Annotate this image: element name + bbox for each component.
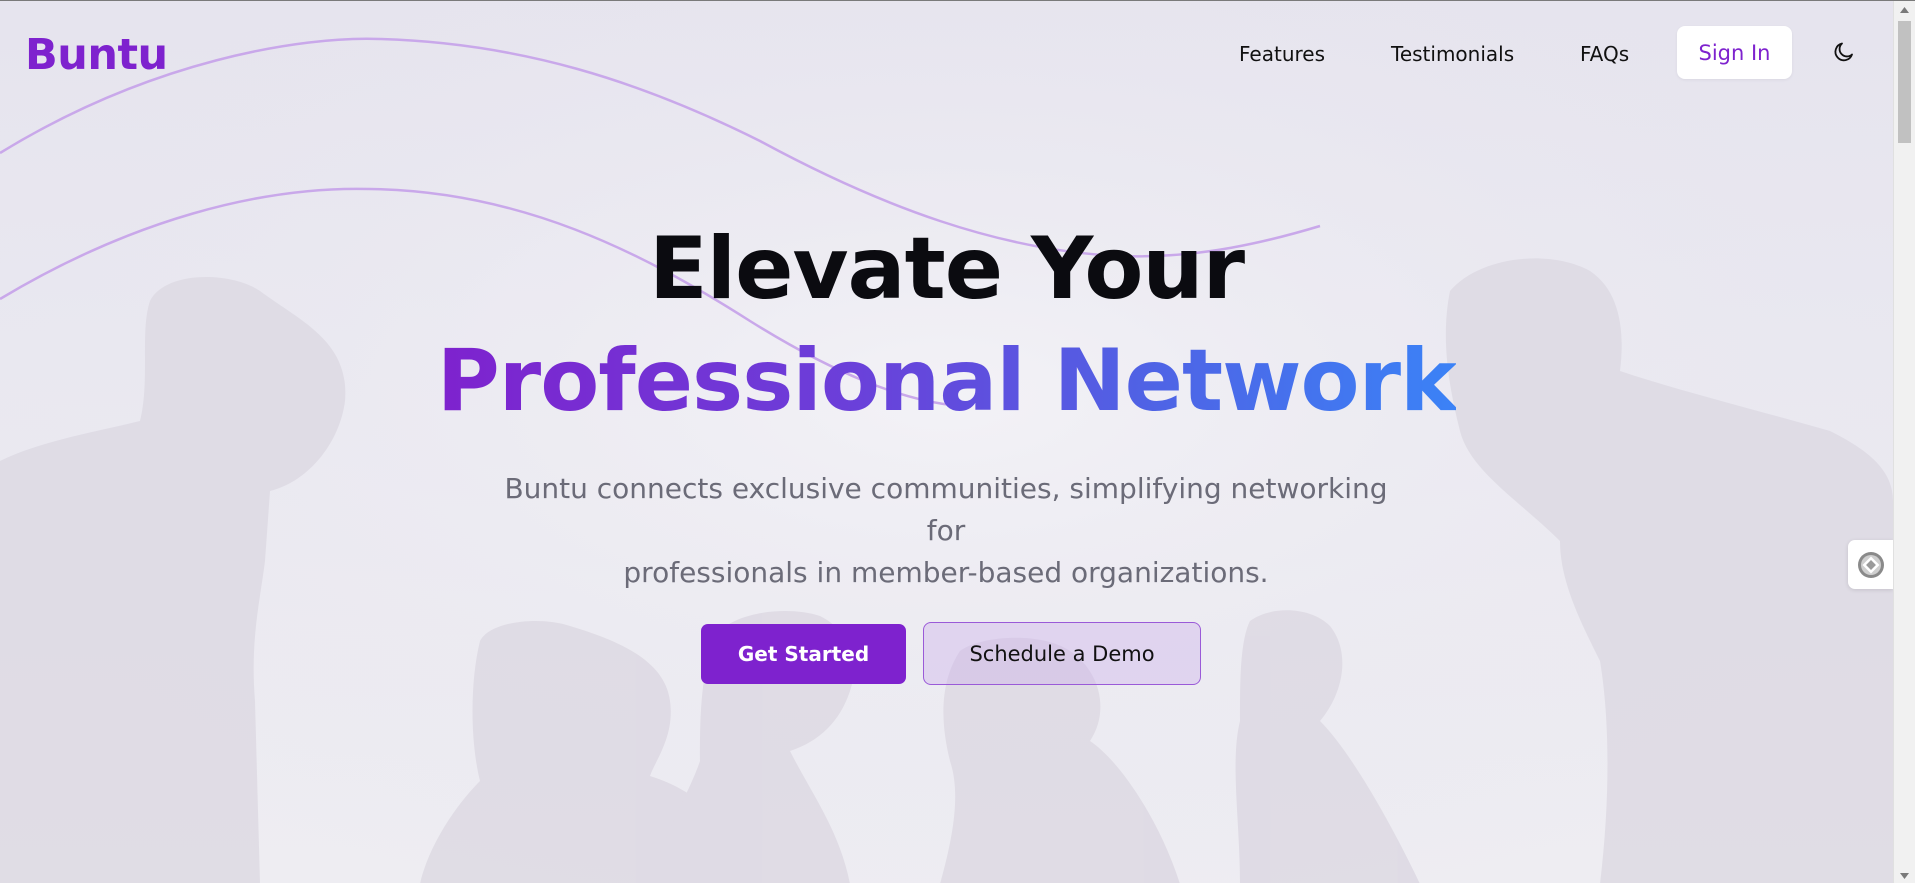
scroll-up-arrow-icon (1900, 6, 1909, 13)
decorative-wave-lines (0, 37, 1321, 408)
landing-page: Buntu Features Testimonials FAQs Sign In… (0, 0, 1915, 883)
hero-subtitle-line1: Buntu connects exclusive communities, si… (504, 472, 1388, 547)
moon-icon (1834, 42, 1853, 62)
nav-link-testimonials[interactable]: Testimonials (1391, 39, 1514, 69)
top-navbar: Buntu Features Testimonials FAQs Sign In (0, 1, 1893, 105)
nav-link-features[interactable]: Features (1239, 39, 1325, 69)
brand-logo[interactable]: Buntu (25, 27, 168, 83)
nav-link-faqs[interactable]: FAQs (1580, 39, 1629, 69)
get-started-button[interactable]: Get Started (701, 624, 906, 684)
page-scrollbar[interactable] (1893, 1, 1915, 883)
scroll-down-arrow-icon (1900, 872, 1909, 879)
hero-title-gradient-text: Professional Network (436, 331, 1457, 431)
scrollbar-thumb[interactable] (1898, 21, 1911, 143)
extension-widget-icon (1857, 551, 1884, 578)
hero-title-line2: Professional Network (0, 331, 1893, 431)
hero-subtitle: Buntu connects exclusive communities, si… (496, 468, 1396, 594)
floating-side-widget[interactable] (1848, 540, 1893, 589)
scroll-up-button[interactable] (1894, 1, 1915, 18)
hero-title-line1: Elevate Your (648, 219, 1245, 319)
scroll-down-button[interactable] (1894, 867, 1915, 883)
schedule-demo-button[interactable]: Schedule a Demo (923, 622, 1201, 685)
theme-toggle-button[interactable] (1830, 38, 1858, 66)
hero-subtitle-line2: professionals in member-based organizati… (623, 556, 1269, 589)
hero-background-image (0, 1, 1893, 883)
sign-in-button[interactable]: Sign In (1677, 26, 1792, 79)
